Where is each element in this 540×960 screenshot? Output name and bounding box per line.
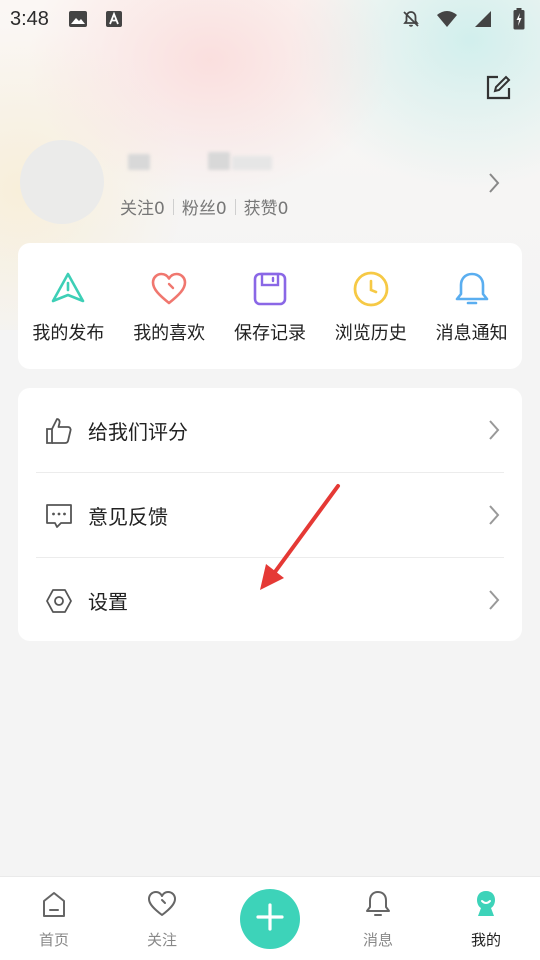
likes-count[interactable]: 获赞0 [244,194,289,219]
bell-outline-icon [363,889,393,919]
profile-stats: 关注0 粉丝0 获赞0 [120,194,288,219]
chevron-right-icon [486,588,502,612]
quick-action-my-likes[interactable]: 我的喜欢 [119,243,220,369]
chevron-right-icon [484,170,504,196]
status-time: 3:48 [10,7,49,30]
heart-outline-icon [147,889,177,919]
stat-divider [172,198,174,215]
avatar[interactable] [20,140,104,224]
wifi-icon [436,8,458,30]
followers-count[interactable]: 粉丝0 [182,194,227,219]
battery-charging-icon [508,8,530,30]
home-icon [39,889,69,919]
profile-icon [471,889,501,919]
chevron-right-icon [486,418,502,442]
edit-icon [484,74,512,106]
quick-action-saved[interactable]: 保存记录 [220,243,321,369]
plus-icon [255,902,285,936]
create-post-slot [216,877,324,960]
stat-divider [234,198,236,215]
tab-me[interactable]: 我的 [432,877,540,960]
quick-action-history[interactable]: 浏览历史 [320,243,421,369]
bell-icon [452,269,492,309]
annotation-arrow [250,480,350,595]
publish-icon [48,269,88,309]
quick-action-notifications[interactable]: 消息通知 [421,243,522,369]
font-icon [103,8,125,30]
status-bar: 3:48 [0,0,540,38]
feedback-icon [44,501,74,531]
chevron-right-icon [486,503,502,527]
edit-profile-button[interactable] [478,70,518,110]
tab-messages[interactable]: 消息 [324,877,432,960]
create-post-button[interactable] [240,889,300,949]
settings-icon [44,586,74,616]
clock-icon [351,269,391,309]
bottom-tab-bar: 首页 关注 消息 我的 [0,876,540,960]
profile-header[interactable]: 关注0 粉丝0 获赞0 [20,140,520,230]
image-icon [67,8,89,30]
signal-icon [472,8,494,30]
quick-actions-card: 我的发布 我的喜欢 保存记录 浏览历史 消息通知 [18,243,522,369]
save-icon [250,269,290,309]
username-redacted [128,152,278,174]
bell-off-icon [400,8,422,30]
quick-action-my-posts[interactable]: 我的发布 [18,243,119,369]
thumbs-up-icon [44,416,74,446]
menu-item-rate-us[interactable]: 给我们评分 [18,388,522,473]
following-count[interactable]: 关注0 [120,194,165,219]
tab-home[interactable]: 首页 [0,877,108,960]
tab-following[interactable]: 关注 [108,877,216,960]
heart-icon [149,269,189,309]
